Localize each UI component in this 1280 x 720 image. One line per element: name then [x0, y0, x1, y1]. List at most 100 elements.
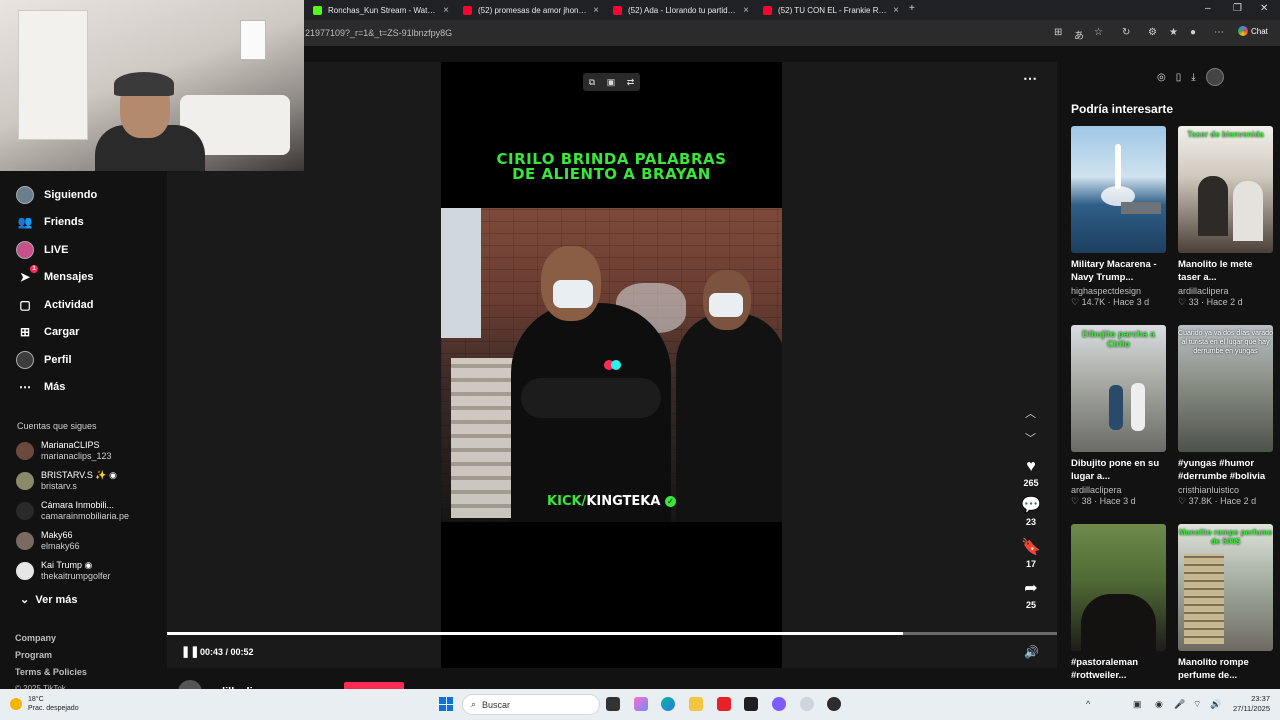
- weather-widget[interactable]: 18°C Prac. despejado: [10, 695, 79, 713]
- comment-button[interactable]: 💬 23: [1019, 497, 1043, 527]
- watermark-channel: KINGTEKA: [586, 494, 661, 509]
- account-item[interactable]: Kai Trump ◉ thekaitrumpgolfer: [16, 560, 111, 582]
- footer-link-company[interactable]: Company: [15, 633, 56, 643]
- wifi-icon[interactable]: ⌔: [1193, 699, 1201, 710]
- recommendation-card[interactable]: Taser de bienvenida Manolito le mete tas…: [1178, 126, 1273, 308]
- app-icon[interactable]: [827, 697, 841, 711]
- volume-icon[interactable]: 🔊: [1024, 645, 1039, 659]
- chevron-up-icon[interactable]: ︿: [1025, 405, 1036, 421]
- url-field[interactable]: 21977109?_r=1&_t=ZS-91lbnzfpy8G: [305, 28, 452, 38]
- search-placeholder: Buscar: [482, 699, 511, 710]
- profile-icon[interactable]: ●: [1190, 27, 1196, 38]
- video-overlay-title: CIRILO BRINDA PALABRAS DE ALIENTO A BRAY…: [441, 152, 782, 182]
- sidebar-item-live[interactable]: LIVE: [16, 241, 68, 259]
- like-count: 265: [1023, 478, 1039, 488]
- close-icon[interactable]: ×: [893, 5, 899, 16]
- sidebar-item-profile[interactable]: Perfil: [16, 351, 72, 369]
- close-icon[interactable]: ×: [593, 5, 599, 16]
- obs-icon[interactable]: [800, 697, 814, 711]
- tiktok-loading-icon: [604, 360, 622, 370]
- sidebar-item-more[interactable]: ⋯ Más: [16, 378, 65, 396]
- tray-app-icon[interactable]: ▣: [1133, 699, 1142, 710]
- close-window-icon[interactable]: ✕: [1260, 3, 1268, 14]
- follow-button[interactable]: [344, 682, 404, 689]
- close-icon[interactable]: ×: [743, 5, 749, 16]
- more-icon[interactable]: ⋯: [1214, 27, 1224, 38]
- save-button[interactable]: 🔖 17: [1019, 539, 1043, 569]
- recommendations-title: Podría interesarte: [1071, 102, 1174, 116]
- favorites-icon[interactable]: ★: [1169, 27, 1178, 38]
- bookmark-star-icon[interactable]: ☆: [1094, 27, 1103, 38]
- browser-tab-2[interactable]: (52) promesas de amor jhonny fi ×: [455, 0, 605, 20]
- avatar[interactable]: [1205, 68, 1224, 86]
- browser-tab-1[interactable]: Ronchas_Kun Stream - Watch Liv ×: [305, 0, 455, 20]
- edge-icon[interactable]: [661, 697, 675, 711]
- extensions-icon[interactable]: ⚙: [1148, 27, 1157, 38]
- capcut-icon[interactable]: [744, 697, 758, 711]
- picture-in-picture-icon[interactable]: ⧉: [589, 77, 595, 88]
- sun-icon: [10, 698, 22, 710]
- copilot-icon[interactable]: [634, 697, 648, 711]
- recommendation-card[interactable]: Cuando ya va dos días varado al turista …: [1178, 325, 1273, 507]
- refresh-icon[interactable]: ↻: [1122, 27, 1130, 38]
- speaker-icon[interactable]: 🔊: [1210, 699, 1221, 710]
- see-more-button[interactable]: ⌄ Ver más: [20, 593, 78, 606]
- task-view-icon[interactable]: [606, 697, 620, 711]
- chevron-down-icon[interactable]: ﹀: [1025, 430, 1036, 446]
- more-options-icon[interactable]: ⋯: [1023, 70, 1037, 87]
- footer-link-terms[interactable]: Terms & Policies: [15, 667, 87, 677]
- see-more-label: Ver más: [35, 594, 78, 606]
- browser-tab-4[interactable]: (52) TU CON EL - Frankie Ruiz (Le ×: [755, 0, 905, 20]
- sidebar-item-label: LIVE: [44, 244, 69, 256]
- bookmark-icon: 🔖: [1021, 539, 1041, 556]
- wps-icon[interactable]: [717, 697, 731, 711]
- sidebar-item-label: Siguiendo: [44, 189, 98, 201]
- sidebar-item-messages[interactable]: ➤ 1 Mensajes: [16, 265, 94, 286]
- avatar: [16, 502, 34, 520]
- recommendation-card[interactable]: #pastoraleman #rottweiler...: [1071, 524, 1166, 682]
- sidebar-item-activity[interactable]: ▢ Actividad: [16, 296, 93, 314]
- account-item[interactable]: Cámara Inmobili... camarainmobiliaria.pe: [16, 500, 129, 522]
- chevron-up-icon[interactable]: ^: [1086, 699, 1090, 709]
- footer-link-program[interactable]: Program: [15, 650, 52, 660]
- download-icon[interactable]: ⤓: [1191, 72, 1195, 83]
- pause-button[interactable]: ❚❚: [181, 645, 199, 658]
- recommendation-card[interactable]: Manolito rompe perfume de 500$ Manolito …: [1178, 524, 1273, 682]
- compass-icon[interactable]: ◎: [1157, 72, 1166, 83]
- like-button[interactable]: ♥ 265: [1019, 458, 1043, 488]
- phone-icon[interactable]: ▯: [1176, 72, 1182, 83]
- recommendation-card[interactable]: Military Macarena - Navy Trump... highas…: [1071, 126, 1166, 308]
- translate-icon[interactable]: あ: [1074, 27, 1084, 42]
- browser-tab-3[interactable]: (52) Ada - Llorando tu partida.el ×: [605, 0, 755, 20]
- apps-icon[interactable]: ⊞: [1054, 27, 1062, 38]
- thumbnail-overlay-text: Dibujito parcha a Cirilo: [1081, 329, 1155, 349]
- account-name: Kai Trump ◉: [41, 560, 93, 570]
- discord-icon[interactable]: [772, 697, 786, 711]
- card-caption: Navy Trump...: [1071, 272, 1134, 283]
- sidebar-item-upload[interactable]: ⊞ Cargar: [16, 323, 80, 341]
- video-progress-bar[interactable]: [167, 632, 1057, 635]
- close-icon[interactable]: ×: [443, 5, 449, 16]
- tray-app-icon[interactable]: ◉: [1155, 699, 1163, 710]
- taskbar-clock[interactable]: 23:37 27/11/2025: [1226, 694, 1270, 714]
- sidebar-item-friends[interactable]: 👥 Friends: [16, 213, 84, 231]
- copilot-chat-button[interactable]: Chat: [1238, 26, 1268, 36]
- screen-icon[interactable]: ▣: [607, 77, 616, 88]
- card-likes: 33: [1188, 297, 1199, 307]
- new-tab-icon[interactable]: +: [909, 3, 915, 14]
- account-item[interactable]: BRISTARV.S ✨ ◉ bristarv.s: [16, 470, 117, 492]
- recommendation-card[interactable]: Dibujito parcha a Cirilo Dibujito pone e…: [1071, 325, 1166, 507]
- share-button[interactable]: ➦ 25: [1019, 580, 1043, 610]
- captions-icon[interactable]: ⇄: [627, 77, 635, 88]
- taskbar-search[interactable]: ⌕ Buscar: [462, 694, 600, 715]
- start-icon[interactable]: [439, 697, 453, 711]
- account-item[interactable]: Maky66 elmaky66: [16, 530, 80, 552]
- microphone-icon[interactable]: 🎤: [1174, 699, 1185, 710]
- minimize-icon[interactable]: –: [1205, 3, 1211, 14]
- account-name: Maky66: [41, 530, 73, 540]
- sidebar-item-following[interactable]: Siguiendo: [16, 186, 97, 204]
- account-item[interactable]: MarianaCLIPS marianaclips_123: [16, 440, 112, 462]
- restore-icon[interactable]: ❐: [1233, 3, 1242, 14]
- card-meta: ♡ 33 · Hace 2 d: [1178, 297, 1243, 307]
- file-explorer-icon[interactable]: [689, 697, 703, 711]
